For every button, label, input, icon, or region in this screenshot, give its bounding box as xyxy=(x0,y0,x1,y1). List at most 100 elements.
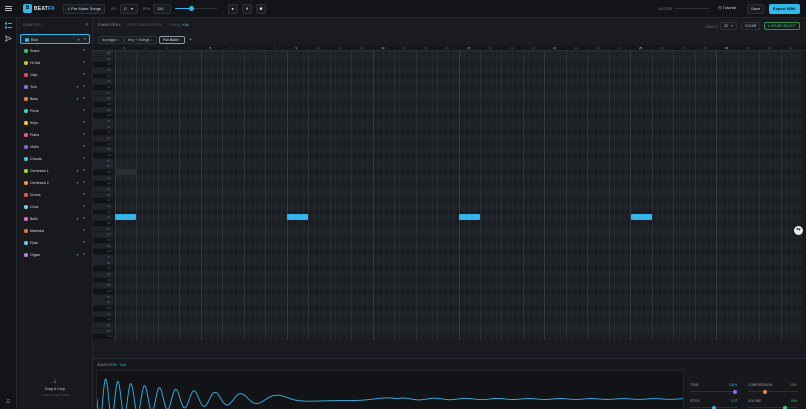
compression-slider[interactable] xyxy=(748,389,798,394)
save-button[interactable]: Save xyxy=(747,4,765,14)
sidebar-item[interactable]: Organ ✦ ▾ xyxy=(20,250,90,260)
menu-icon[interactable] xyxy=(5,5,12,12)
drop-zone[interactable]: ⇣ Drag & Drop or click to import audio xyxy=(21,378,89,408)
chevron-down-icon[interactable]: ▾ xyxy=(83,96,85,100)
bar-number: 6 xyxy=(231,46,233,50)
note[interactable] xyxy=(459,214,480,220)
sidebar-item[interactable]: Choir ▾ xyxy=(20,202,90,212)
sidebar-item[interactable]: Drums ▾ xyxy=(20,190,90,200)
bpm-slider-thumb[interactable] xyxy=(189,6,194,11)
chevron-down-icon[interactable]: ▾ xyxy=(83,108,85,112)
chevron-down-icon[interactable]: ▾ xyxy=(83,144,85,148)
tone-slider[interactable] xyxy=(690,389,738,394)
generated-icon: ✦ xyxy=(76,180,80,185)
premade-songs-button[interactable]: ♫ Pre Made Songs xyxy=(63,4,105,14)
grid-line xyxy=(598,51,600,340)
sidebar-item[interactable]: Chords ▾ xyxy=(20,154,90,164)
sound-select-button[interactable]: ● SOUND SELECT xyxy=(764,22,800,30)
color-dot xyxy=(24,49,28,53)
tab-arpeggio[interactable]: Arpeggio × xyxy=(98,36,124,44)
chevron-down-icon[interactable]: ▾ xyxy=(83,252,85,256)
bar-number: 27 xyxy=(681,46,686,50)
close-icon[interactable]: × xyxy=(150,38,152,42)
chevron-down-icon[interactable]: ▾ xyxy=(83,48,85,52)
note[interactable] xyxy=(287,214,308,220)
sidebar-item[interactable]: Flute ▾ xyxy=(20,238,90,248)
sidebar-item[interactable]: Clap ▾ xyxy=(20,70,90,80)
sidebar-item[interactable]: Marimba ▾ xyxy=(20,226,90,236)
grid-line xyxy=(340,51,342,340)
chevron-down-icon[interactable]: ▾ xyxy=(83,60,85,64)
sidebar-item[interactable]: Hi-Hat ▾ xyxy=(20,58,90,68)
tone-slider-thumb[interactable] xyxy=(733,389,737,394)
close-icon[interactable]: × xyxy=(117,38,119,42)
tab-full-build[interactable]: Full Build × xyxy=(159,36,185,44)
sidebar-item[interactable]: Piano ▾ xyxy=(20,130,90,140)
volume-slider-thumb[interactable] xyxy=(783,405,787,409)
stop-button[interactable]: ■ xyxy=(256,4,266,14)
sidebar-item[interactable]: Keys ▾ xyxy=(20,118,90,128)
export-wav-button[interactable]: Export WAV xyxy=(769,4,800,14)
note-grid[interactable] xyxy=(115,51,802,340)
samples-nav-icon[interactable] xyxy=(5,22,12,29)
grid-line xyxy=(560,51,562,340)
grid-line xyxy=(222,51,224,340)
waveform-panel: WAVEFORM Kick TONE 100% COMPRESSION 10% … xyxy=(93,358,806,409)
chevron-down-icon[interactable]: ▾ xyxy=(83,168,85,172)
zoom-handle[interactable]: ⇆ xyxy=(794,226,803,235)
pause-button[interactable]: ⏸ xyxy=(242,4,252,14)
master-label: MASTER xyxy=(658,7,673,11)
tab-key-strings[interactable]: Key + Strings × xyxy=(124,36,157,44)
compression-slider-thumb[interactable] xyxy=(763,389,767,394)
chevron-down-icon[interactable]: ▾ xyxy=(83,240,85,244)
note[interactable] xyxy=(631,214,652,220)
sidebar-item[interactable]: Bass ✦ ▾ xyxy=(20,94,90,104)
sidebar-options-icon[interactable]: ⚙ xyxy=(85,22,89,27)
close-icon[interactable]: × xyxy=(179,38,181,42)
sidebar-item[interactable]: Tom ✦ ▾ xyxy=(20,82,90,92)
note[interactable] xyxy=(115,214,136,220)
chevron-down-icon[interactable]: ▾ xyxy=(83,132,85,136)
color-dot xyxy=(24,85,28,89)
chevron-down-icon[interactable]: ▾ xyxy=(83,180,85,184)
sidebar-item-label: Bass xyxy=(30,96,38,101)
chevron-down-icon[interactable]: ▾ xyxy=(83,192,85,196)
chevron-down-icon[interactable]: ▾ xyxy=(83,72,85,76)
sidebar-item[interactable]: Kick ✦ ▾ xyxy=(20,34,90,44)
chevron-down-icon[interactable]: ▾ xyxy=(83,84,85,88)
chevron-down-icon[interactable]: ▾ xyxy=(84,37,86,41)
piano-key[interactable]: A#-1 xyxy=(93,334,113,340)
chevron-down-icon[interactable]: ▾ xyxy=(83,204,85,208)
sidebar-item-label: Hi-Hat xyxy=(30,60,41,65)
add-tab-button[interactable]: + xyxy=(189,37,192,43)
key-select[interactable]: C ▾ xyxy=(120,4,138,14)
volume-slider[interactable] xyxy=(748,405,798,409)
grid-line xyxy=(796,51,798,340)
sidebar-item[interactable]: Pluck ▾ xyxy=(20,106,90,116)
chevron-down-icon[interactable]: ▾ xyxy=(83,228,85,232)
pitch-slider-thumb[interactable] xyxy=(712,405,716,409)
color-dot xyxy=(24,133,28,137)
sidebar-item[interactable]: Snare ▾ xyxy=(20,46,90,56)
master-volume-slider[interactable] xyxy=(675,8,709,9)
sidebar-item[interactable]: Bells ✦ ▾ xyxy=(20,214,90,224)
length-select[interactable]: 32 ▾ xyxy=(720,22,737,30)
share-nav-icon[interactable] xyxy=(4,35,13,42)
bpm-input[interactable]: 110 xyxy=(153,4,171,14)
clear-button[interactable]: CLEAR xyxy=(741,22,761,30)
grid-line xyxy=(394,51,396,340)
tutorial-button[interactable]: ◷ Tutorial xyxy=(715,4,739,14)
sidebar-item[interactable]: Orchestra 1 ✦ ▾ xyxy=(20,166,90,176)
chevron-down-icon[interactable]: ▾ xyxy=(83,216,85,220)
chevron-down-icon[interactable]: ▾ xyxy=(83,156,85,160)
grid-line xyxy=(308,51,310,340)
music-nav-icon[interactable]: ♫ xyxy=(5,398,10,405)
bpm-slider[interactable] xyxy=(175,6,217,11)
pitch-slider[interactable] xyxy=(690,405,738,409)
chevron-down-icon[interactable]: ▾ xyxy=(83,120,85,124)
grid-line xyxy=(732,51,734,340)
grid-line xyxy=(608,51,610,340)
sidebar-item[interactable]: Violin ▾ xyxy=(20,142,90,152)
sidebar-item[interactable]: Orchestra 2 ✦ ▾ xyxy=(20,178,90,188)
play-button[interactable]: ▸ xyxy=(228,4,238,14)
